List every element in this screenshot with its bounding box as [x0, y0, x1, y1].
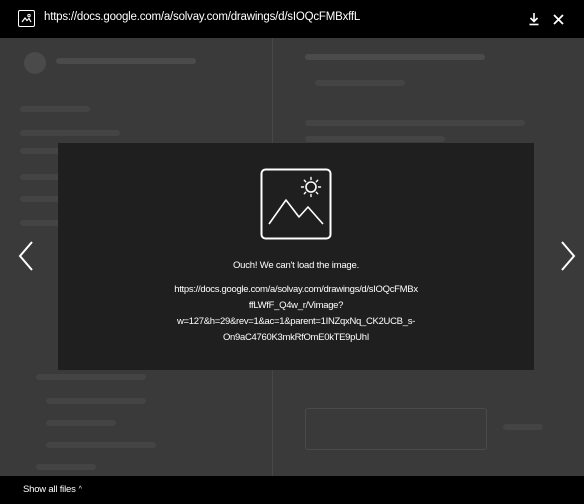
close-icon[interactable]	[549, 10, 567, 28]
error-url-line: w=127&h=29&rev=1&ac=1&parent=1INZqxNq_CK…	[176, 316, 416, 327]
error-url-line: https://docs.google.com/a/solvay.com/dra…	[174, 284, 418, 295]
show-all-files-label: Show all files	[23, 484, 76, 495]
error-url-line: On9aC4760K3mkRfOmE0kTE9pUhI	[222, 332, 370, 343]
error-image-url: https://docs.google.com/a/solvay.com/dra…	[126, 282, 466, 346]
drawing-file-icon	[18, 10, 35, 27]
chevron-left-icon[interactable]	[14, 236, 38, 276]
viewer-title-url: https://docs.google.com/a/solvay.com/dra…	[44, 11, 361, 23]
viewer-top-bar: https://docs.google.com/a/solvay.com/dra…	[0, 0, 584, 38]
broken-image-icon	[260, 168, 332, 240]
caret-up-icon: ^	[78, 486, 82, 493]
chevron-right-icon[interactable]	[556, 236, 580, 276]
download-icon[interactable]	[525, 10, 543, 28]
viewer-bottom-bar: Show all files ^	[0, 476, 584, 504]
show-all-files-button[interactable]: Show all files ^	[23, 484, 82, 495]
error-url-line: ffLWfF_Q4w_r/Vimage?	[248, 300, 344, 311]
error-message: Ouch! We can't load the image.	[232, 260, 360, 271]
image-load-error-dialog: Ouch! We can't load the image. https://d…	[58, 143, 534, 370]
